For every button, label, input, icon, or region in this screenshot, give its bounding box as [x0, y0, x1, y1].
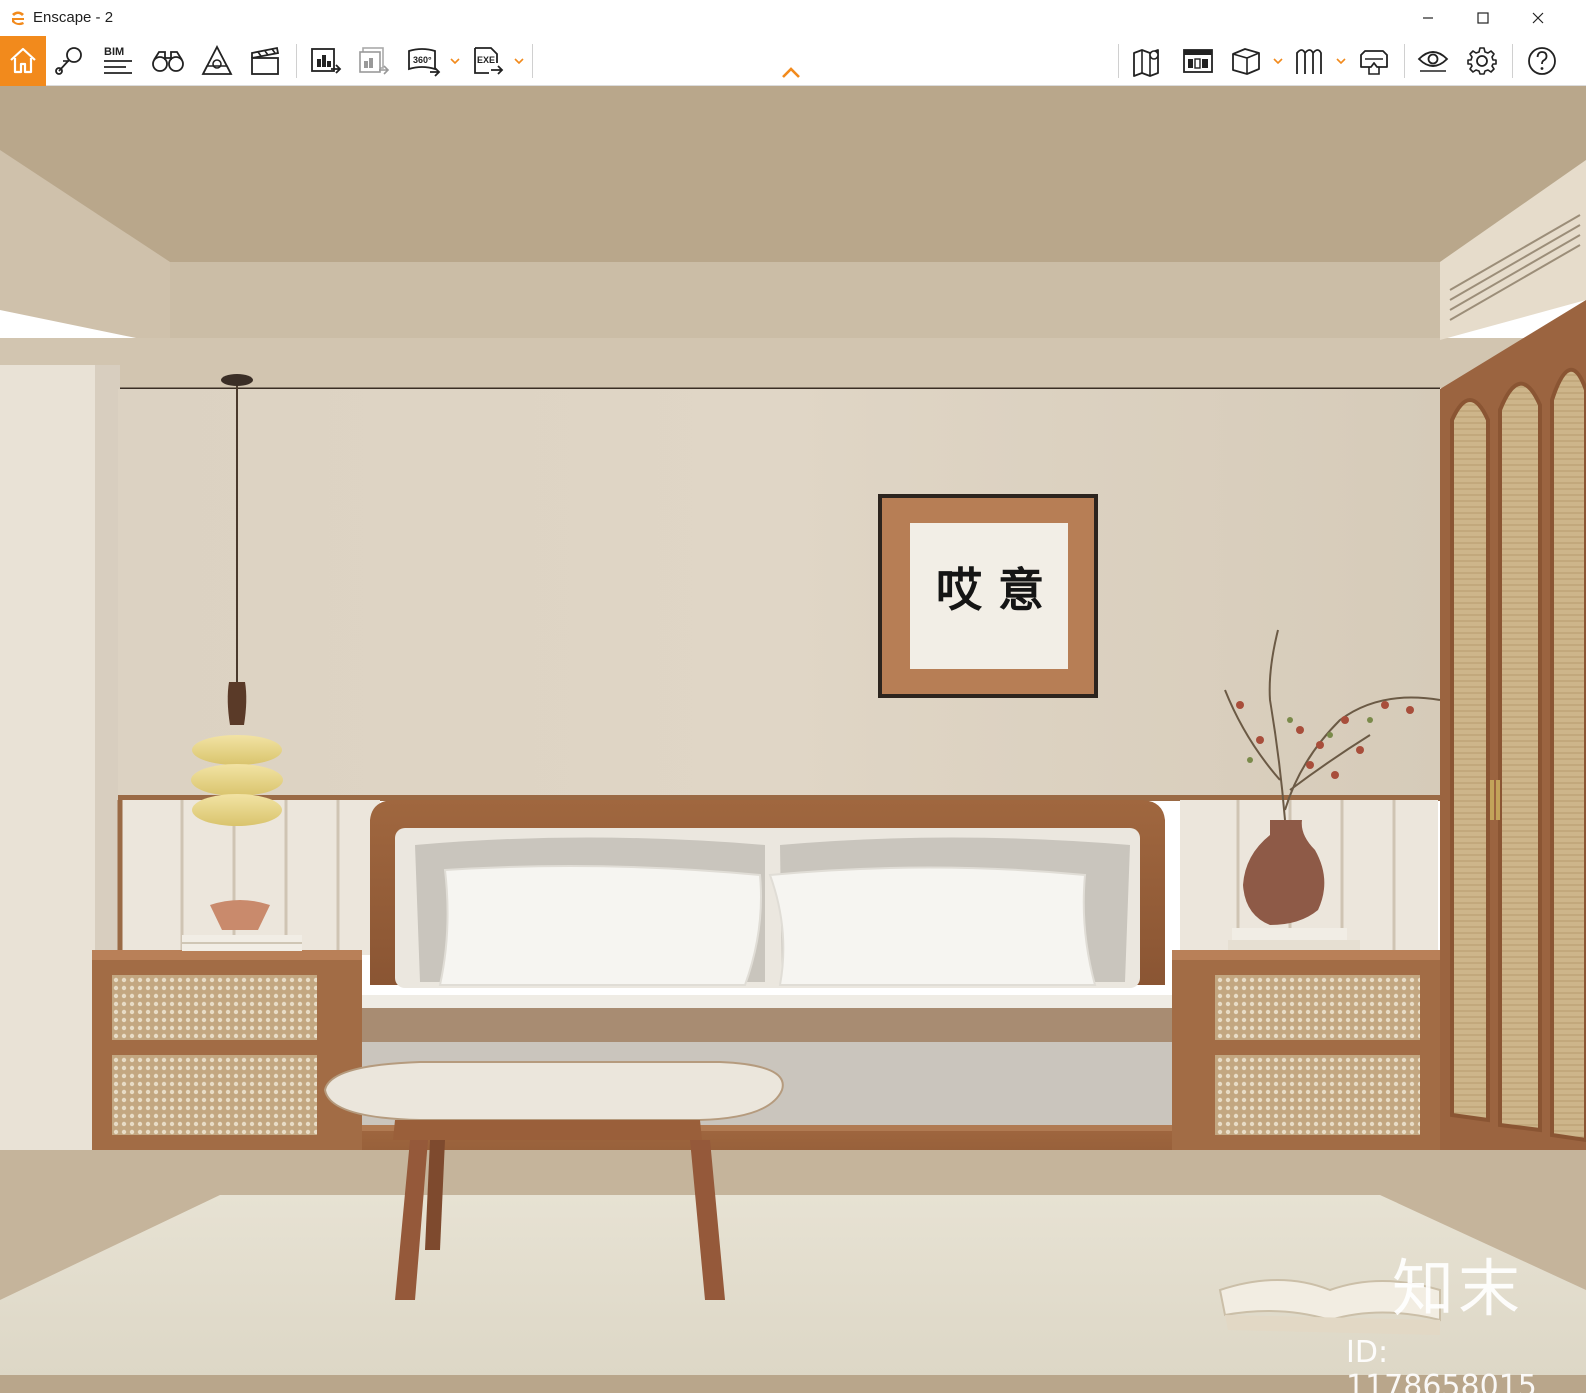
- chevron-down-icon: [514, 58, 524, 64]
- bim-icon: BIM: [104, 46, 132, 74]
- views-button[interactable]: [48, 40, 92, 82]
- svg-text:BIM: BIM: [104, 46, 124, 58]
- panorama-dropdown[interactable]: [449, 54, 461, 68]
- eye-icon: [1417, 51, 1449, 72]
- chevron-down-icon: [1273, 58, 1283, 64]
- clapperboard-icon: [251, 46, 280, 75]
- settings-button[interactable]: [1460, 40, 1504, 82]
- svg-text:360°: 360°: [413, 55, 432, 65]
- exe-export-icon: EXE: [474, 47, 504, 75]
- pin-balloon-icon: [55, 47, 82, 75]
- exe-export-dropdown[interactable]: [513, 54, 525, 68]
- bedroom-scene: 哎 意: [0, 86, 1586, 1393]
- vr-headset-button[interactable]: [1352, 40, 1396, 82]
- minimize-button[interactable]: [1400, 0, 1456, 36]
- toolbar-separator: [532, 44, 533, 78]
- toolbar-separator: [296, 44, 297, 78]
- map-icon: [1133, 49, 1159, 77]
- toolbar: BIM 360° EXE: [0, 36, 1586, 86]
- map-button[interactable]: [1126, 40, 1170, 82]
- material-editor-button[interactable]: [1288, 40, 1332, 82]
- watermark-brand: 知末: [1392, 1252, 1525, 1325]
- view-management-button[interactable]: [195, 40, 239, 82]
- collapse-toolbar-chevron-up-icon[interactable]: [780, 66, 802, 80]
- cube-dropdown[interactable]: [1272, 54, 1284, 68]
- minimize-icon: [1423, 17, 1433, 19]
- panorama-360-icon: 360°: [408, 48, 441, 77]
- toolbar-separator: [1512, 44, 1513, 78]
- svg-text:EXE: EXE: [477, 55, 495, 65]
- batch-render-button[interactable]: [352, 40, 396, 82]
- render-viewport[interactable]: 哎 意 知末 ID: 1178658015: [0, 86, 1586, 1393]
- bim-button[interactable]: BIM: [96, 40, 140, 82]
- panorama-button[interactable]: 360°: [402, 40, 446, 82]
- export-image-icon: [311, 48, 342, 74]
- settings-gear-icon: [1467, 47, 1497, 75]
- close-button[interactable]: [1510, 0, 1566, 36]
- cube-button[interactable]: [1224, 40, 1268, 82]
- cube-icon: [1232, 48, 1260, 75]
- app-window: Enscape - 2 BIM 360° EXE 哎 意 知末 ID: 1178…: [0, 0, 1586, 1393]
- vr-headset-icon: [1360, 50, 1388, 75]
- toolbar-separator: [1404, 44, 1405, 78]
- artwork-text: 哎 意: [936, 563, 1044, 617]
- batch-render-icon: [359, 47, 390, 75]
- toolbar-separator: [1118, 44, 1119, 78]
- chevron-down-icon: [1336, 58, 1346, 64]
- asset-library-icon: [1183, 49, 1213, 73]
- help-icon: [1528, 47, 1556, 75]
- material-editor-icon: [1296, 49, 1322, 74]
- walk-mode-button[interactable]: [146, 40, 190, 82]
- window-title: Enscape - 2: [33, 9, 114, 26]
- visual-settings-button[interactable]: [1411, 40, 1455, 82]
- enscape-logo-icon: [12, 11, 24, 26]
- title-bar: Enscape - 2: [0, 0, 1586, 36]
- home-icon: [10, 47, 36, 74]
- close-icon: [1532, 12, 1544, 24]
- chevron-down-icon: [450, 58, 460, 64]
- exe-export-button[interactable]: EXE: [466, 40, 510, 82]
- maximize-button[interactable]: [1455, 0, 1511, 36]
- render-image-button[interactable]: [304, 40, 348, 82]
- maximize-icon: [1477, 12, 1489, 24]
- video-editor-button[interactable]: [243, 40, 287, 82]
- watermark-id: ID: 1178658015: [1346, 1335, 1537, 1393]
- help-button[interactable]: [1520, 40, 1564, 82]
- home-button[interactable]: [0, 36, 46, 86]
- asset-library-button[interactable]: [1176, 40, 1220, 82]
- material-editor-dropdown[interactable]: [1335, 54, 1347, 68]
- binoculars-icon: [152, 51, 184, 72]
- triangle-view-icon: [201, 45, 233, 75]
